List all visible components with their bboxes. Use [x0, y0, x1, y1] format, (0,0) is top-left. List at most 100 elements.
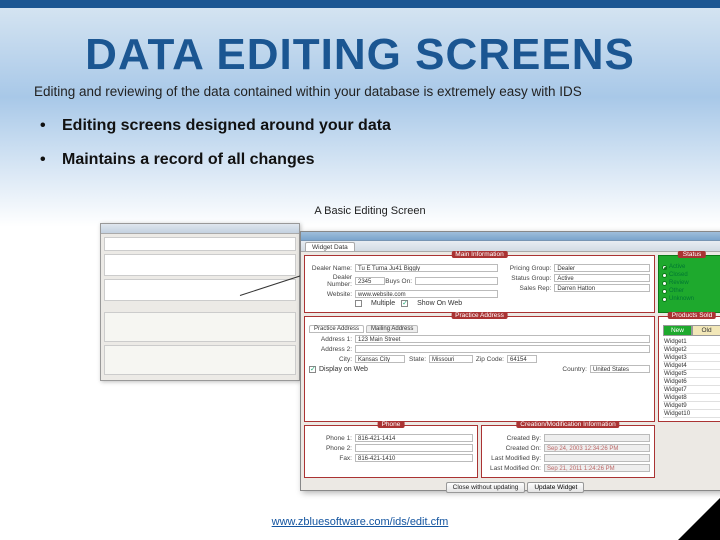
panel-products-sold: Products Sold New Old Widget1 Widget2 Wi… — [658, 316, 720, 422]
display-web-checkbox[interactable] — [309, 366, 316, 373]
city-field[interactable]: Kansas City — [355, 355, 405, 363]
phone2-field[interactable] — [355, 444, 473, 452]
list-item[interactable]: Widget4 — [663, 362, 720, 370]
label: Fax: — [309, 455, 355, 462]
website-field[interactable]: www.website.com — [355, 290, 498, 298]
page-subtitle: Editing and reviewing of the data contai… — [0, 80, 720, 117]
phone1-field[interactable]: 816-421-1414 — [355, 434, 473, 442]
list-item[interactable]: Widget6 — [663, 378, 720, 386]
dealer-number-field[interactable]: 2345 — [355, 277, 385, 285]
multiple-checkbox[interactable] — [355, 300, 362, 307]
update-button[interactable]: Update Widget — [527, 482, 584, 493]
status-radio[interactable] — [662, 297, 667, 302]
page-title: DATA EDITING SCREENS — [0, 0, 720, 80]
tab-strip: Widget Data — [301, 241, 720, 252]
footer-link[interactable]: www.zbluesoftware.com/ids/edit.cfm — [0, 516, 720, 528]
label: City: — [309, 356, 355, 363]
sales-rep-field[interactable]: Darren Hatton — [554, 284, 650, 292]
country-field[interactable]: United States — [590, 365, 650, 373]
editing-window: Widget Data Main Information Dealer Name… — [300, 231, 720, 491]
label: Dealer Name: — [309, 265, 355, 272]
state-field[interactable]: Missouri — [429, 355, 473, 363]
created-by-field — [544, 434, 650, 442]
label: Display on Web — [319, 366, 368, 373]
panel-header: Practice Address — [451, 312, 508, 319]
label: Created By: — [486, 435, 544, 442]
status-group-field[interactable]: Active — [554, 274, 650, 282]
label: Created On: — [486, 445, 544, 452]
panel-header: Phone — [378, 421, 405, 428]
tab-practice-address[interactable]: Practice Address — [309, 325, 364, 333]
tab-mailing-address[interactable]: Mailing Address — [366, 325, 418, 333]
pricing-group-field[interactable]: Dealer — [554, 264, 650, 272]
label: Zip Code: — [473, 356, 507, 363]
label: Dealer Number: — [309, 274, 355, 288]
label: Show On Web — [417, 300, 462, 307]
buys-on-field[interactable] — [415, 277, 498, 285]
label: Pricing Group: — [504, 265, 554, 272]
label: Buys On: — [385, 278, 415, 285]
zip-field[interactable]: 64154 — [507, 355, 537, 363]
show-web-checkbox[interactable] — [401, 300, 408, 307]
status-radio[interactable] — [662, 289, 667, 294]
products-list[interactable]: Widget1 Widget2 Widget3 Widget4 Widget5 … — [663, 338, 720, 418]
list-item[interactable]: Widget2 — [663, 346, 720, 354]
list-item[interactable]: Widget10 — [663, 410, 720, 418]
status-radio[interactable] — [662, 273, 667, 278]
panel-creation-modification: Creation/Modification Information Create… — [481, 425, 655, 478]
label: State: — [405, 356, 429, 363]
close-button[interactable]: Close without updating — [446, 482, 526, 493]
bullet-item: Editing screens designed around your dat… — [40, 117, 680, 135]
list-item[interactable]: Widget9 — [663, 402, 720, 410]
panel-header: Creation/Modification Information — [516, 421, 619, 428]
label: Sales Rep: — [504, 285, 554, 292]
status-option: Other — [669, 288, 684, 294]
screenshot-caption: A Basic Editing Screen — [90, 205, 650, 217]
status-radio[interactable] — [662, 281, 667, 286]
panel-status: Status Active Closed Review Other Unknow… — [658, 255, 720, 313]
panel-header: Main Information — [451, 251, 507, 258]
list-item[interactable]: Widget3 — [663, 354, 720, 362]
label: Website: — [309, 291, 355, 298]
bullet-list: Editing screens designed around your dat… — [0, 117, 720, 169]
panel-phone: Phone Phone 1:816-421-1414 Phone 2: Fax:… — [304, 425, 478, 478]
label: Phone 1: — [309, 435, 355, 442]
background-window — [100, 223, 300, 381]
dealer-name-field[interactable]: Tu E Turna Ju41 Biggly — [355, 264, 498, 272]
bullet-item: Maintains a record of all changes — [40, 151, 680, 169]
created-on-field: Sep 24, 2003 12:34:26 PM — [544, 444, 650, 452]
panel-main-info: Main Information Dealer Name:Tu E Turna … — [304, 255, 655, 313]
label: Phone 2: — [309, 445, 355, 452]
status-option: Review — [669, 280, 689, 286]
label: Status Group: — [504, 275, 554, 282]
address2-field[interactable] — [355, 345, 650, 353]
label: Country: — [546, 366, 590, 373]
status-option: Closed — [669, 272, 688, 278]
status-option: Unknown — [669, 296, 694, 302]
list-item[interactable]: Widget5 — [663, 370, 720, 378]
label: Address 2: — [309, 346, 355, 353]
window-titlebar — [301, 232, 720, 241]
label: Address 1: — [309, 336, 355, 343]
list-item[interactable]: Widget7 — [663, 386, 720, 394]
modified-by-field — [544, 454, 650, 462]
page-corner-decoration — [678, 498, 720, 540]
window-titlebar — [101, 224, 299, 234]
label: Multiple — [371, 300, 395, 307]
modified-on-field: Sep 21, 2011 1:24:26 PM — [544, 464, 650, 472]
label: Last Modified By: — [486, 455, 544, 462]
label: Last Modified On: — [486, 465, 544, 472]
fax-field[interactable]: 816-421-1410 — [355, 454, 473, 462]
panel-header: Status — [678, 251, 706, 258]
tab-old[interactable]: Old — [692, 325, 720, 336]
status-option: Active — [669, 264, 685, 270]
panel-header: Products Sold — [668, 312, 716, 319]
address1-field[interactable]: 123 Main Street — [355, 335, 650, 343]
status-radio[interactable] — [662, 265, 667, 270]
list-item[interactable]: Widget8 — [663, 394, 720, 402]
screenshot-figure: A Basic Editing Screen Widget Data Main … — [90, 205, 650, 505]
tab-new[interactable]: New — [663, 325, 692, 336]
tab-widget-data[interactable]: Widget Data — [305, 242, 355, 251]
list-item[interactable]: Widget1 — [663, 338, 720, 346]
panel-address: Practice Address Practice Address Mailin… — [304, 316, 655, 422]
